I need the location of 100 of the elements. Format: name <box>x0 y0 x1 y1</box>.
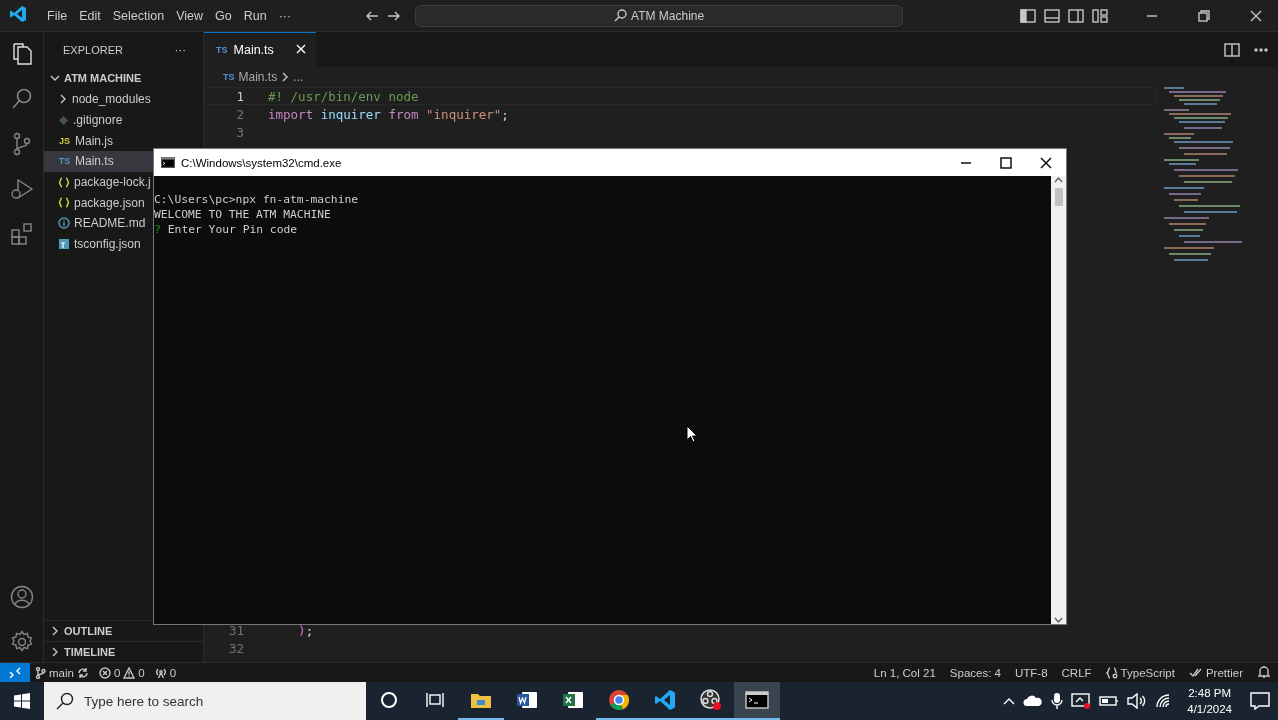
diamond-icon <box>58 114 69 126</box>
file-tree-item[interactable]: node_modules <box>44 89 153 110</box>
double-check-icon <box>1188 667 1203 678</box>
menu-item[interactable]: ··· <box>272 5 298 26</box>
search-icon[interactable] <box>9 87 34 111</box>
forward-arrow-icon[interactable] <box>387 9 402 22</box>
microphone-icon[interactable] <box>1051 692 1064 710</box>
remote-button[interactable] <box>0 663 30 682</box>
document-icon[interactable] <box>516 690 538 710</box>
folder-icon[interactable] <box>470 691 492 709</box>
js-file-icon: JS <box>58 135 71 146</box>
file-tree-item[interactable]: package-lock.j <box>44 171 153 193</box>
taskbar-clock[interactable]: 2:48 PM 4/1/2024 <box>1187 685 1232 717</box>
windows-start-icon[interactable] <box>14 693 30 709</box>
restore-icon[interactable] <box>1198 9 1210 22</box>
chevron-right-icon <box>281 72 290 82</box>
maximize-icon[interactable] <box>1000 156 1012 169</box>
line-number: 3 <box>235 124 244 140</box>
settings-icon[interactable] <box>9 630 34 654</box>
chevron-right-icon <box>58 94 68 105</box>
menu-item[interactable]: Edit <box>73 5 107 26</box>
line-number: 1 <box>235 88 244 104</box>
close-icon[interactable] <box>1040 156 1052 169</box>
project-header[interactable]: ATM MACHINE <box>44 67 203 89</box>
tsconfig-file-icon <box>58 238 70 251</box>
code-text: ); <box>297 622 314 638</box>
formatter-status[interactable]: Prettier <box>1183 666 1248 679</box>
chevron-down-icon[interactable] <box>1054 616 1063 624</box>
layout-icon[interactable] <box>1092 8 1108 23</box>
status-item[interactable]: CRLF <box>1056 666 1097 679</box>
command-search-field[interactable]: ATM Machine <box>415 4 904 27</box>
code-editor-icon[interactable] <box>654 689 676 711</box>
split-editor-icon[interactable] <box>1224 42 1240 57</box>
remote-icon <box>9 666 21 679</box>
menu-item[interactable]: Go <box>209 5 238 26</box>
circle-icon[interactable] <box>380 691 398 709</box>
console-line: WELCOME TO THE ATM MACHINE <box>154 207 332 222</box>
file-tree-item[interactable]: README.md <box>44 213 153 234</box>
primary-sidebar-icon[interactable] <box>1020 8 1036 23</box>
status-item[interactable]: Ln 1, Col 21 <box>868 666 941 679</box>
warning-icon <box>123 666 136 679</box>
recorder-icon[interactable] <box>699 688 723 712</box>
file-tree-item[interactable]: JS Main.js <box>44 130 153 152</box>
console-line: ? Enter Your Pin code <box>154 222 299 237</box>
branch-status[interactable]: main <box>30 666 94 679</box>
braces-icon <box>58 176 70 188</box>
back-arrow-icon[interactable] <box>365 9 380 22</box>
status-item[interactable]: Spaces: 4 <box>944 666 1006 679</box>
cloud-icon[interactable] <box>1023 695 1044 707</box>
panel-icon[interactable] <box>1044 8 1060 23</box>
browser-icon[interactable] <box>608 689 630 711</box>
code-editor-logo-icon <box>9 4 27 23</box>
menu-item[interactable]: View <box>170 5 209 26</box>
spreadsheet-icon[interactable] <box>562 690 584 710</box>
chevron-right-icon <box>50 647 60 657</box>
task-view-icon[interactable] <box>426 691 444 709</box>
antenna-icon <box>154 666 167 679</box>
terminal-icon[interactable] <box>745 691 769 709</box>
file-tree-item[interactable]: .gitignore <box>44 109 153 131</box>
sync-icon <box>76 666 89 679</box>
display-icon[interactable] <box>1071 692 1092 710</box>
extensions-icon[interactable] <box>9 222 34 246</box>
line-number: 2 <box>235 106 244 122</box>
more-actions-button[interactable]: ··· <box>169 43 191 56</box>
window-title: C:\Windows\system32\cmd.exe <box>181 156 342 169</box>
line-number: 31 <box>227 622 244 638</box>
notification-icon[interactable] <box>1250 692 1270 710</box>
sidebar-title: EXPLORER <box>63 43 123 56</box>
search-icon <box>614 9 628 22</box>
menu-item[interactable]: File <box>41 5 74 26</box>
account-icon[interactable] <box>9 585 34 609</box>
file-tree-item[interactable]: TS Main.ts <box>44 151 153 172</box>
braces-icon <box>1105 666 1118 679</box>
status-item[interactable]: UTF-8 <box>1009 666 1053 679</box>
battery-icon[interactable] <box>1099 695 1120 707</box>
file-tree-item[interactable]: tsconfig.json <box>44 233 153 255</box>
breadcrumb[interactable]: TS Main.ts ... <box>204 67 1278 87</box>
info-icon <box>58 217 70 230</box>
editor-tab[interactable]: TS Main.ts <box>204 32 316 67</box>
bell-icon[interactable] <box>1258 665 1270 678</box>
chevron-right-icon <box>50 626 60 636</box>
terminal-icon <box>161 157 175 168</box>
volume-icon[interactable] <box>1127 693 1148 709</box>
taskbar-app-button[interactable] <box>734 682 780 720</box>
secondary-sidebar-icon[interactable] <box>1068 8 1084 23</box>
console-line: C:\Users\pc>npx fn-atm-machine <box>154 192 360 207</box>
scrollbar[interactable] <box>1051 176 1066 624</box>
file-tree-item[interactable]: package.json <box>44 192 153 214</box>
code-text: import inquirer from "inquirer"; <box>268 106 509 122</box>
problems-status[interactable]: 0 0 <box>93 666 150 679</box>
menu-item[interactable]: Run <box>237 5 273 26</box>
language-mode-status[interactable]: TypeScript <box>1100 666 1180 679</box>
more-icon[interactable] <box>1254 47 1268 52</box>
ports-status[interactable]: 0 <box>149 666 182 679</box>
branch-icon <box>35 666 46 679</box>
error-icon <box>98 666 111 679</box>
run-debug-icon[interactable] <box>9 177 34 201</box>
scrollbar-thumb[interactable] <box>1054 188 1063 206</box>
menu-item[interactable]: Selection <box>106 5 171 26</box>
search-icon <box>56 692 74 710</box>
